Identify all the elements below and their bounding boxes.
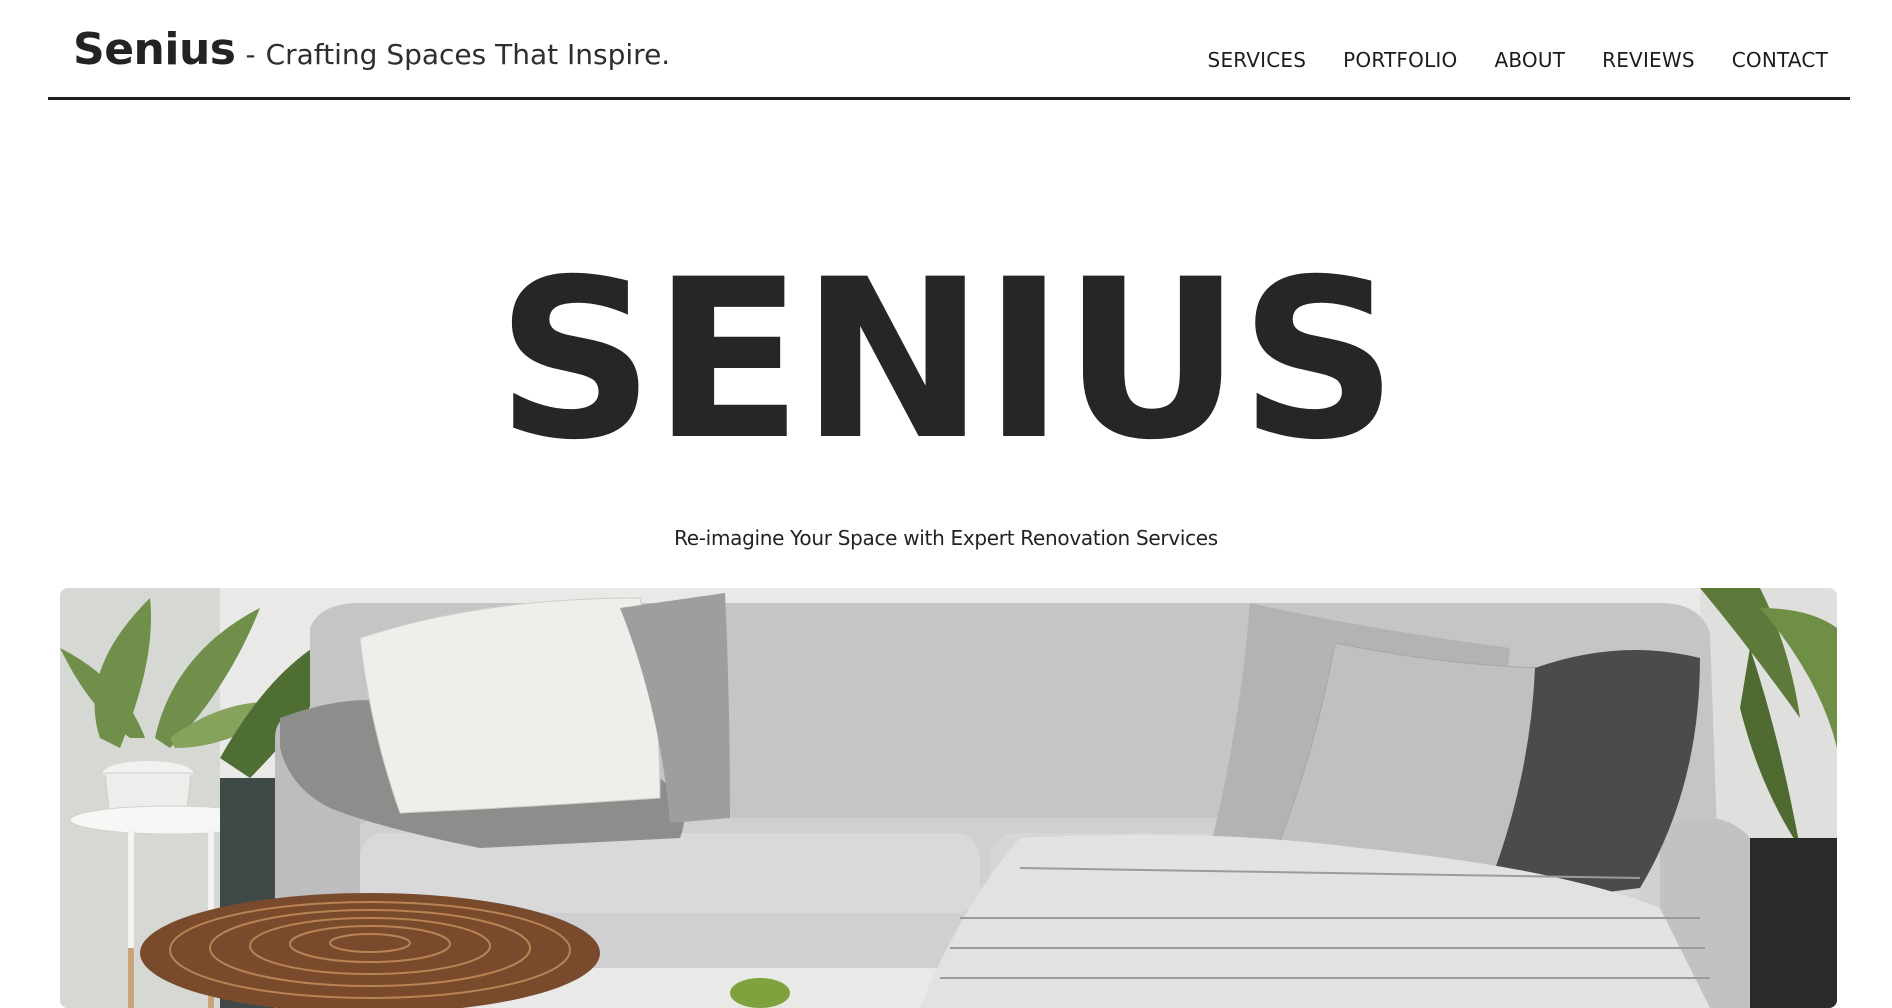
nav-item-reviews[interactable]: REVIEWS [1602, 48, 1695, 72]
living-room-illustration [60, 588, 1837, 1008]
hero-image [60, 588, 1837, 1008]
nav-item-about[interactable]: ABOUT [1494, 48, 1565, 72]
site-header: Senius - Crafting Spaces That Inspire. S… [48, 0, 1850, 100]
nav-item-services[interactable]: SERVICES [1208, 48, 1307, 72]
main-nav: SERVICES PORTFOLIO ABOUT REVIEWS CONTACT [1208, 48, 1828, 72]
hero-subtitle: Re-imagine Your Space with Expert Renova… [674, 526, 1218, 550]
brand-name[interactable]: Senius [73, 24, 236, 75]
hero-title: SENIUS [496, 232, 1398, 488]
brand[interactable]: Senius - Crafting Spaces That Inspire. [73, 24, 670, 75]
nav-item-contact[interactable]: CONTACT [1732, 48, 1828, 72]
brand-separator: - [245, 38, 256, 71]
nav-item-portfolio[interactable]: PORTFOLIO [1343, 48, 1457, 72]
brand-tagline: Crafting Spaces That Inspire. [265, 38, 671, 71]
